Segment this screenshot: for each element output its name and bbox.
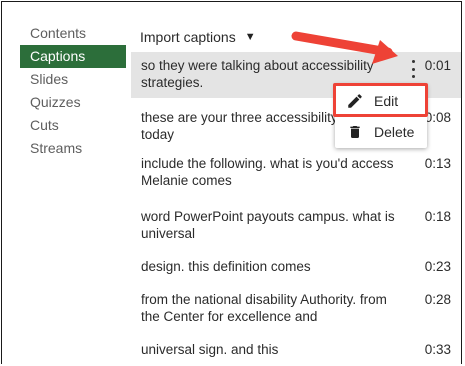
caption-row[interactable]: include the following. what is you'd acc… <box>131 148 461 200</box>
caption-row[interactable]: universal sign. and this 0:33 <box>131 333 461 361</box>
sidebar-item-captions[interactable]: Captions <box>20 45 126 68</box>
sidebar-item-cuts[interactable]: Cuts <box>20 114 126 137</box>
caption-time: 0:01 <box>424 58 451 73</box>
delete-menu-item[interactable]: Delete <box>335 117 427 147</box>
caption-time: 0:18 <box>424 209 451 224</box>
sidebar-item-streams[interactable]: Streams <box>20 137 126 160</box>
caption-text[interactable]: word PowerPoint payouts campus. what is … <box>141 208 401 242</box>
caption-context-menu: Edit Delete <box>335 84 427 148</box>
caption-time: 0:08 <box>424 110 451 125</box>
edit-menu-item[interactable]: Edit <box>335 86 427 116</box>
caption-text[interactable]: from the national disability Authority. … <box>141 291 401 325</box>
caption-time: 0:13 <box>424 156 451 171</box>
trash-icon <box>345 122 365 142</box>
caption-text[interactable]: include the following. what is you'd acc… <box>141 155 401 189</box>
delete-label: Delete <box>374 124 415 140</box>
caption-time: 0:28 <box>424 292 451 307</box>
caption-row[interactable]: word PowerPoint payouts campus. what is … <box>131 200 461 248</box>
caption-text[interactable]: design. this definition comes <box>141 258 401 275</box>
sidebar-item-contents[interactable]: Contents <box>20 22 126 45</box>
caption-row[interactable]: from the national disability Authority. … <box>131 280 461 333</box>
caption-time: 0:23 <box>424 259 451 274</box>
import-captions-button[interactable]: Import captions ▼ <box>140 27 256 47</box>
caption-text[interactable]: universal sign. and this <box>141 341 401 358</box>
caret-down-icon: ▼ <box>244 31 256 43</box>
sidebar: Contents Captions Slides Quizzes Cuts St… <box>20 22 126 160</box>
caption-time: 0:33 <box>424 342 451 357</box>
sidebar-item-quizzes[interactable]: Quizzes <box>20 91 126 114</box>
kebab-menu-icon[interactable] <box>407 60 419 78</box>
import-captions-label: Import captions <box>140 29 236 45</box>
pencil-icon <box>345 91 365 111</box>
sidebar-item-slides[interactable]: Slides <box>20 68 126 91</box>
caption-row[interactable]: design. this definition comes 0:23 <box>131 248 461 280</box>
edit-label: Edit <box>374 93 399 109</box>
